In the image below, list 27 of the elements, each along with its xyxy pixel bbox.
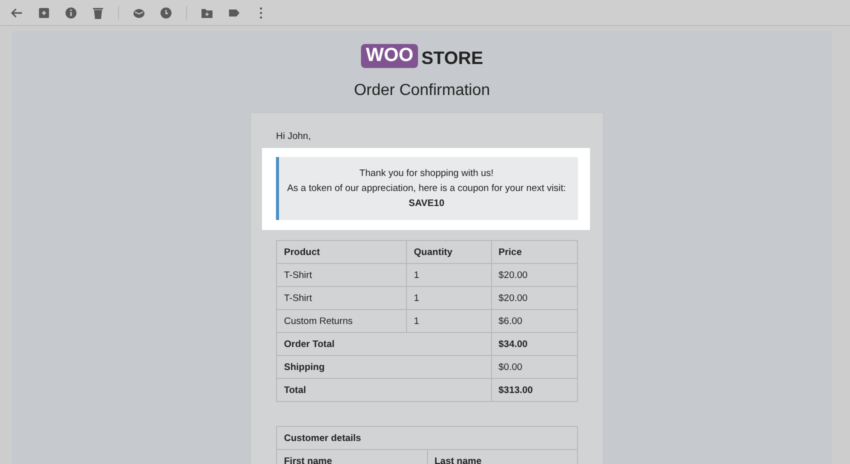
table-cell: $6.00: [491, 310, 578, 332]
column-header: Product: [276, 240, 406, 264]
table-title: Customer details: [276, 426, 578, 450]
table-cell: 1: [406, 310, 491, 332]
logo-badge: WOO: [360, 44, 418, 68]
greeting-text: Hi John,: [276, 131, 312, 142]
table-cell: $313.00: [491, 378, 578, 402]
table-cell: $0.00: [491, 356, 578, 378]
table-cell: 1: [406, 286, 491, 310]
column-header: Quantity: [406, 240, 491, 264]
table-cell: $20.00: [491, 286, 578, 310]
table-cell: Custom Returns: [276, 310, 406, 332]
email-title: Order Confirmation: [352, 82, 492, 100]
table-cell: Order Total: [276, 332, 491, 356]
coupon-code: SAVE10: [408, 197, 446, 211]
table-cell: Total: [276, 378, 491, 402]
table-cell: Shipping: [276, 356, 491, 378]
logo-text: STORE: [421, 48, 484, 68]
column-header: Price: [491, 240, 578, 264]
table-cell: 1: [406, 264, 491, 286]
table-cell: $34.00: [491, 332, 578, 356]
table-cell: $20.00: [491, 264, 578, 286]
table-cell: T-Shirt: [276, 286, 406, 310]
coupon-message: As a token of our appreciation, here is a coupon for your next visit:: [286, 182, 567, 196]
coupon-message: Thank you for shopping with us!: [358, 167, 495, 181]
column-header: First name: [276, 450, 427, 464]
table-cell: T-Shirt: [276, 264, 406, 286]
